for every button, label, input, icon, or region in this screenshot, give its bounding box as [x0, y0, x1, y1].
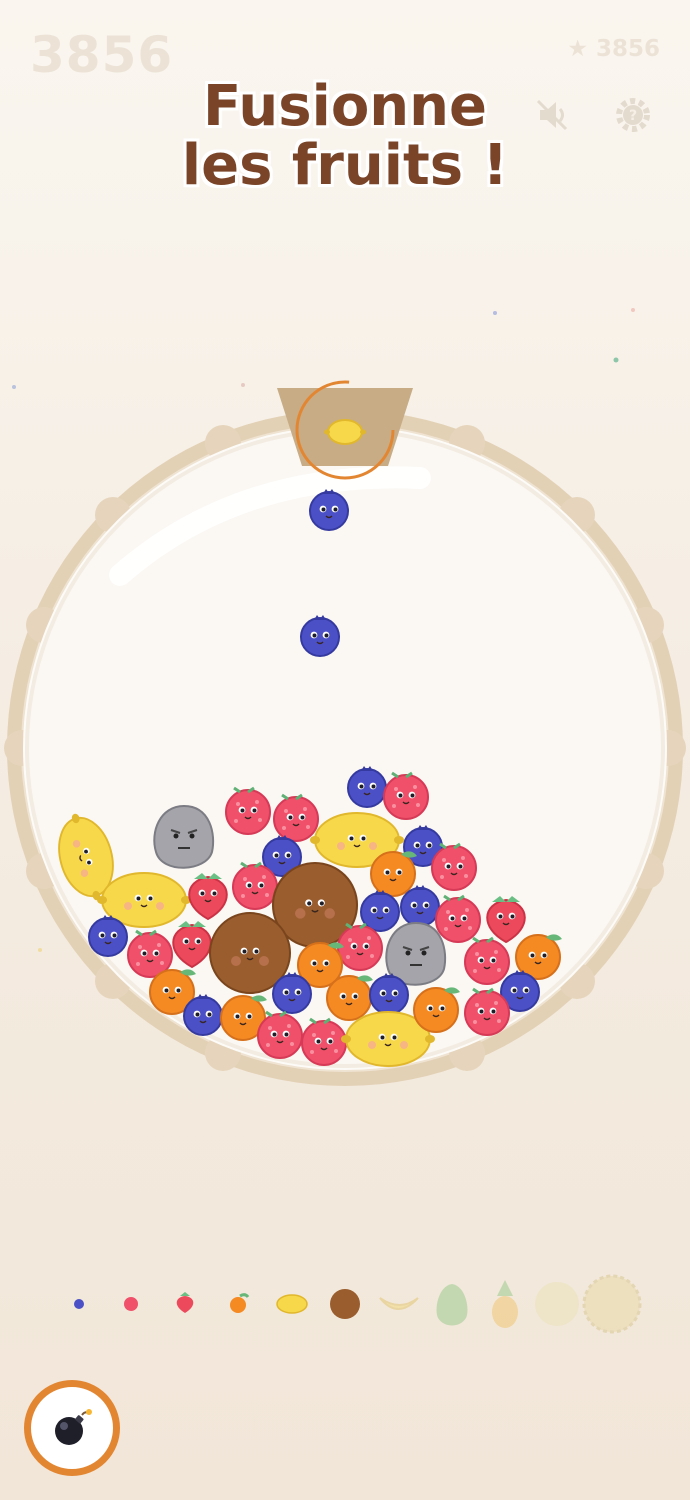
evolution-blueberry-icon	[74, 1299, 84, 1309]
evolution-banana-icon	[379, 1297, 419, 1310]
bomb-icon	[55, 1409, 92, 1445]
evolution-durian-icon	[582, 1274, 642, 1334]
evolution-melon-icon	[535, 1282, 579, 1326]
evolution-avocado-icon	[436, 1284, 468, 1326]
evolution-lemon-icon	[276, 1294, 308, 1314]
bomb-button[interactable]	[24, 1380, 120, 1476]
evolution-pineapple-icon	[492, 1280, 518, 1328]
game-scene	[4, 308, 686, 1086]
evolution-orange-icon	[230, 1293, 250, 1313]
evolution-strawberry-icon	[176, 1292, 194, 1313]
evolution-kiwi-icon	[330, 1289, 360, 1319]
evolution-raspberry-icon	[124, 1297, 138, 1311]
fruit-evolution-chain	[74, 1274, 642, 1334]
